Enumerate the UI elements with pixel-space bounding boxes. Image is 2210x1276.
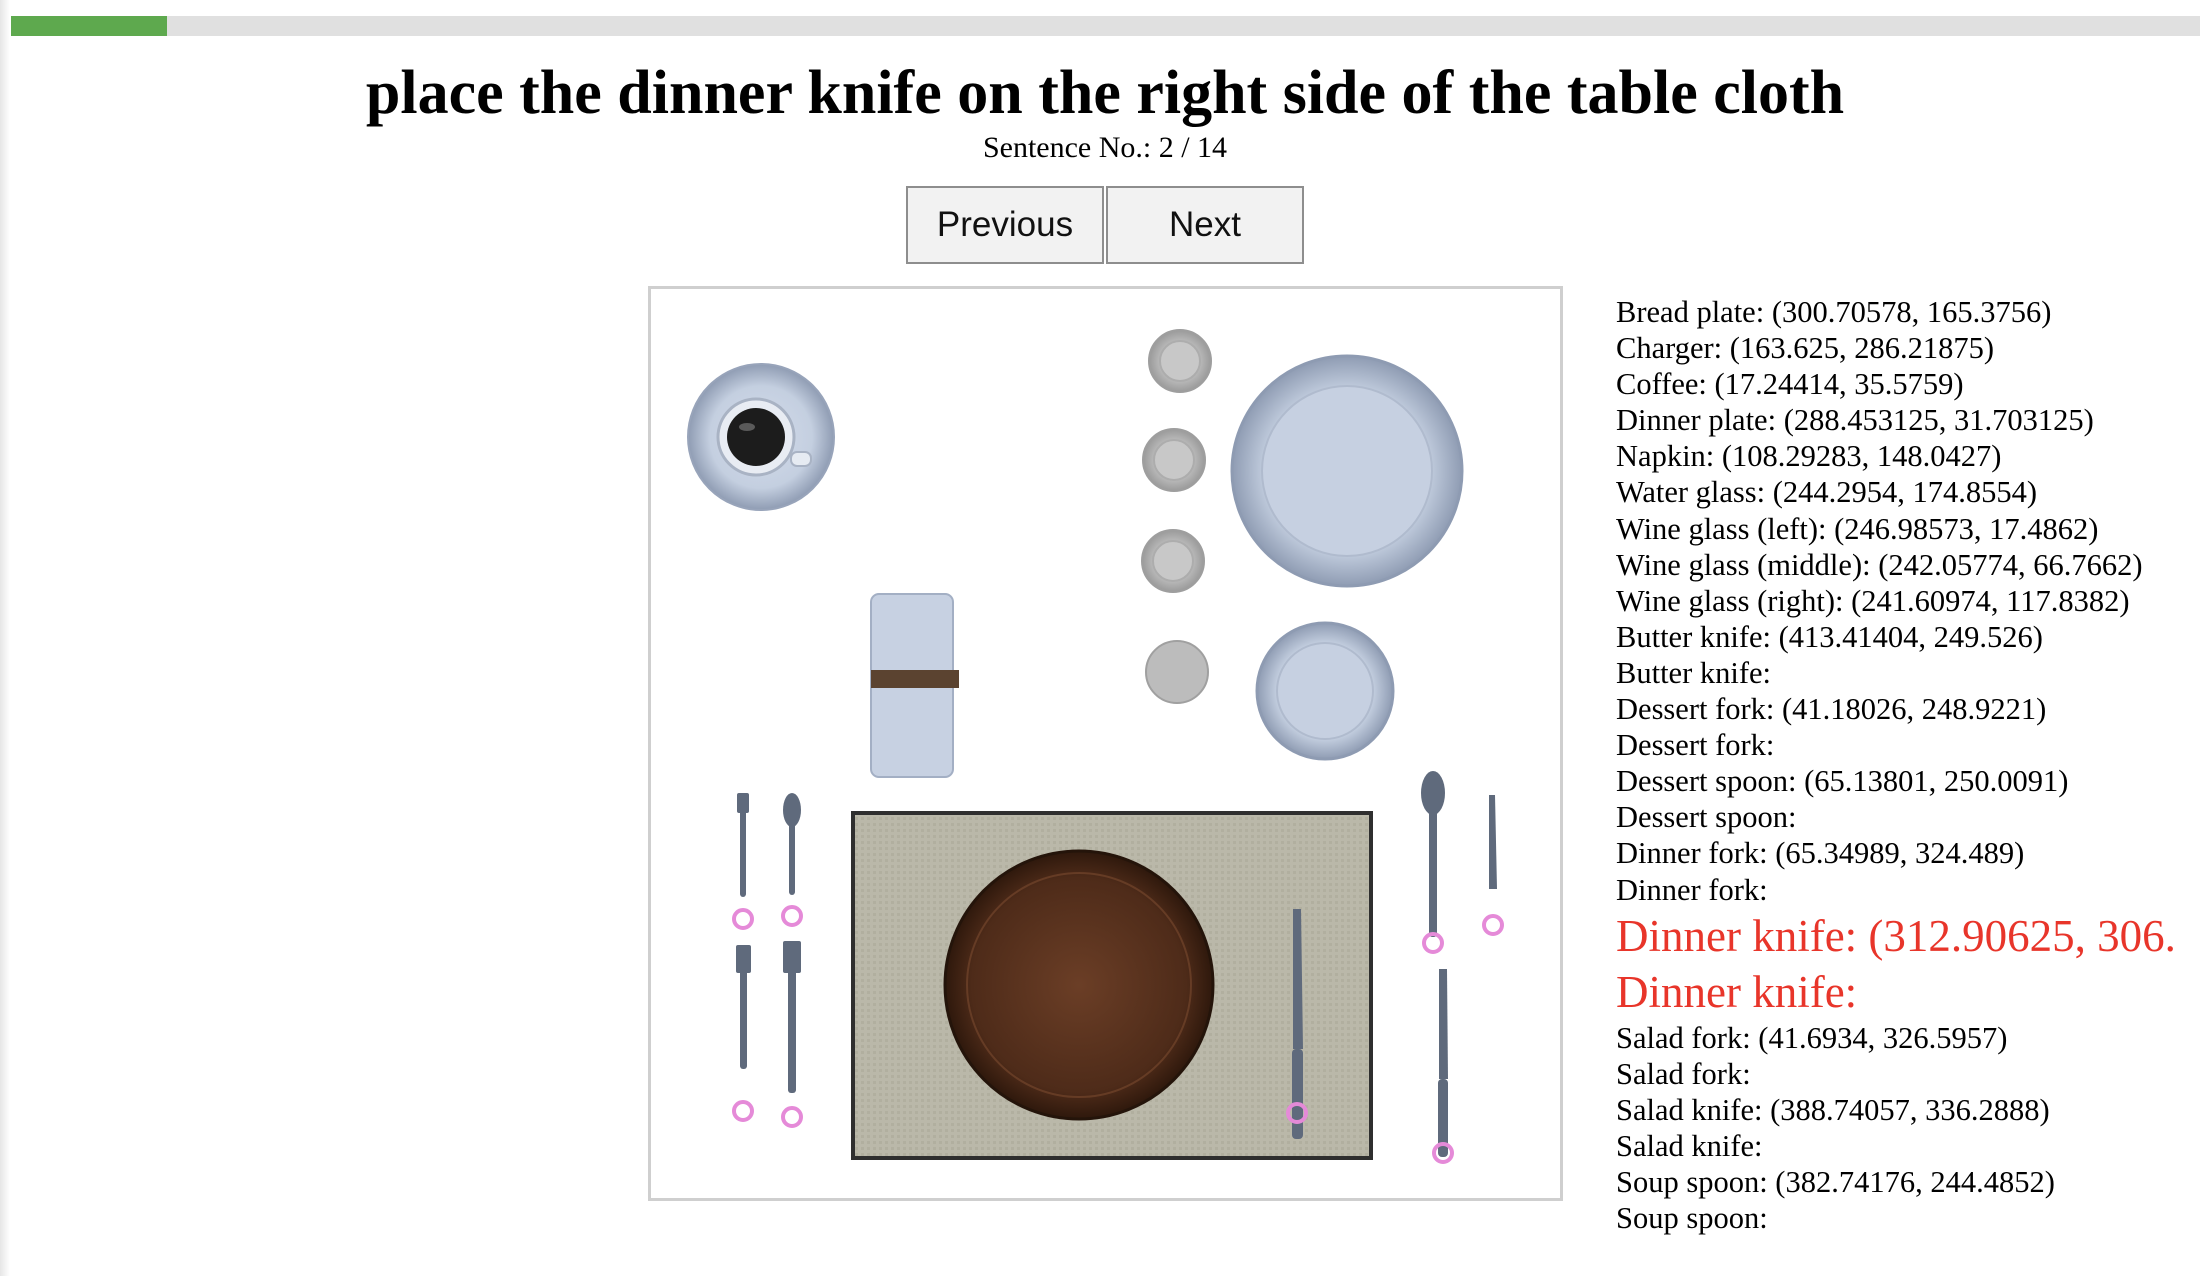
instruction-title: place the dinner knife on the right side… [365,59,1845,127]
bread-plate[interactable] [1255,621,1395,761]
coordinate-line: Wine glass (left): (246.98573, 17.4862) [1616,511,2099,546]
coordinate-line: Salad fork: [1616,1056,1751,1091]
wine-glass-middle[interactable] [1142,428,1206,492]
coordinate-line: Salad knife: [1616,1128,1763,1163]
coordinate-line: Soup spoon: [1616,1201,1768,1236]
coordinate-line: Dinner plate: (288.453125, 31.703125) [1616,403,2094,438]
coordinate-line: Coffee: (17.24414, 35.5759) [1616,367,1964,402]
table-setting-canvas[interactable] [648,286,1563,1201]
salad-knife[interactable] [1432,969,1454,1164]
coordinate-line: Dessert spoon: (65.13801, 250.0091) [1616,764,2069,799]
water-glass[interactable] [1145,640,1209,704]
coordinate-line: Wine glass (right): (241.60974, 117.8382… [1616,583,2130,618]
table-setting-scene [687,329,1504,1164]
coordinate-line: Dinner fork: [1616,872,1768,907]
coordinate-line: Salad knife: (388.74057, 336.2888) [1616,1092,2050,1127]
left-edge-shade [0,0,10,1276]
sentence-counter: Sentence No.: 2 / 14 [982,131,1228,164]
napkin[interactable] [870,593,959,778]
progress-bar-fill [11,16,168,36]
instruction-title-wrap: place the dinner knife on the right side… [0,50,2210,136]
coordinate-line: Butter knife: [1616,655,1772,690]
next-button[interactable]: Next [1106,186,1304,264]
coordinate-line: Dessert fork: [1616,728,1775,763]
coordinate-line: Dessert spoon: [1616,800,1797,835]
coordinate-line: Dessert fork: (41.18026, 248.9221) [1616,692,2047,727]
coordinate-line: Napkin: (108.29283, 148.0427) [1616,439,2002,474]
coordinate-line: Water glass: (244.2954, 174.8554) [1616,475,2038,510]
coordinate-line: Soup spoon: (382.74176, 244.4852) [1616,1164,2055,1199]
coffee-cup[interactable] [687,363,835,511]
dessert-spoon[interactable] [781,793,803,927]
coordinate-line: Dinner knife: [1616,966,1858,1017]
dinner-fork[interactable] [781,941,803,1128]
coordinate-line: Charger: (163.625, 286.21875) [1616,331,1995,366]
coordinate-line: Bread plate: (300.70578, 165.3756) [1616,295,2052,329]
charger-plate[interactable] [943,849,1215,1121]
soup-spoon[interactable] [1421,771,1445,954]
salad-fork[interactable] [732,945,754,1122]
coordinate-line: Butter knife: (413.41404, 249.526) [1616,619,2043,654]
coordinate-line: Wine glass (middle): (242.05774, 66.7662… [1616,547,2143,582]
progress-bar [11,16,2200,36]
wine-glass-left[interactable] [1148,329,1212,393]
coordinate-line: Dinner fork: (65.34989, 324.489) [1616,836,2025,871]
wine-glass-right[interactable] [1141,529,1205,593]
dinner-plate[interactable] [1230,354,1464,588]
dessert-fork[interactable] [732,793,754,930]
coordinate-line: Salad fork: (41.6934, 326.5957) [1616,1020,2008,1055]
previous-button[interactable]: Previous [906,186,1104,264]
butter-knife[interactable] [1482,795,1504,936]
coordinate-list: Bread plate: (300.70578, 165.3756) Charge… [1616,294,2210,1236]
coordinate-line: Dinner knife: (312.90625, 306. [1616,910,2176,961]
